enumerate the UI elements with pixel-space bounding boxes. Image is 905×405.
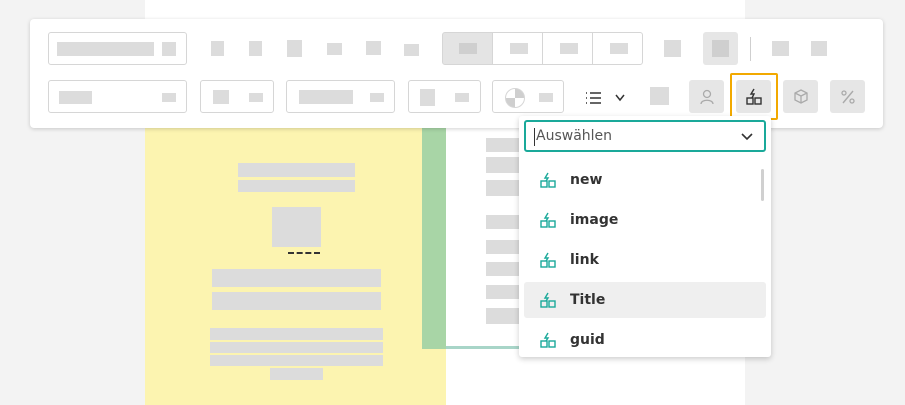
field-search-input[interactable]: Auswählen bbox=[524, 120, 766, 152]
toolbar-icon[interactable] bbox=[772, 41, 789, 56]
line-height-select[interactable] bbox=[286, 80, 395, 113]
shapes-icon bbox=[540, 172, 556, 188]
chevron-down-icon[interactable] bbox=[740, 132, 754, 142]
text-placeholder bbox=[210, 328, 383, 340]
size-select[interactable] bbox=[200, 80, 274, 113]
toolbar-icon[interactable] bbox=[664, 40, 681, 57]
toolbar-toggle-button[interactable] bbox=[703, 32, 738, 65]
align-center-button[interactable] bbox=[492, 32, 543, 65]
toolbar-icon[interactable] bbox=[327, 43, 342, 55]
text-placeholder bbox=[212, 292, 381, 310]
toolbar-icon[interactable] bbox=[404, 44, 419, 56]
dropdown-option[interactable]: guid bbox=[524, 322, 766, 358]
user-icon bbox=[699, 89, 714, 104]
option-label: new bbox=[570, 172, 603, 188]
shapes-icon bbox=[745, 88, 762, 105]
user-button[interactable] bbox=[689, 80, 724, 113]
font-family-select[interactable] bbox=[48, 32, 187, 65]
chevron-down-icon bbox=[162, 42, 176, 56]
text-placeholder bbox=[212, 269, 381, 287]
shapes-button[interactable] bbox=[736, 80, 771, 113]
dropdown-option-hovered[interactable]: Title bbox=[524, 282, 766, 318]
chevron-down-icon bbox=[162, 93, 176, 102]
toolbar-icon[interactable] bbox=[211, 41, 224, 56]
shapes-icon bbox=[540, 212, 556, 228]
shapes-icon bbox=[540, 252, 556, 268]
image-placeholder bbox=[272, 207, 321, 247]
text-placeholder bbox=[210, 355, 383, 366]
color-select[interactable] bbox=[492, 80, 564, 113]
text-placeholder bbox=[238, 180, 355, 192]
option-label: Title bbox=[570, 292, 606, 308]
dashed-line bbox=[288, 250, 320, 254]
color-swatch-icon bbox=[505, 88, 525, 108]
dropdown-option[interactable]: link bbox=[524, 242, 766, 278]
toolbar-icon[interactable] bbox=[287, 40, 302, 57]
green-side-bar bbox=[422, 100, 446, 349]
dropdown-scrollbar[interactable] bbox=[761, 169, 764, 201]
option-label: link bbox=[570, 252, 599, 268]
dropdown-option[interactable]: image bbox=[524, 202, 766, 238]
toolbar-icon[interactable] bbox=[249, 41, 262, 56]
option-label: guid bbox=[570, 332, 605, 348]
text-cursor bbox=[534, 128, 535, 146]
field-search-placeholder: Auswählen bbox=[536, 128, 613, 144]
3d-box-button[interactable] bbox=[783, 80, 818, 113]
list-menu-button[interactable] bbox=[583, 89, 627, 107]
percent-icon bbox=[840, 89, 855, 104]
toolbar-icon[interactable] bbox=[650, 87, 669, 105]
card-bottom-line bbox=[446, 346, 526, 349]
shapes-icon bbox=[540, 292, 556, 308]
list-icon bbox=[586, 92, 625, 104]
style-select[interactable] bbox=[48, 80, 187, 113]
spacing-select[interactable] bbox=[408, 80, 481, 113]
align-justify-button[interactable] bbox=[592, 32, 643, 65]
option-label: image bbox=[570, 212, 619, 228]
dropdown-option[interactable]: new bbox=[524, 162, 766, 198]
text-placeholder bbox=[270, 368, 323, 380]
cube-icon bbox=[793, 88, 808, 104]
align-left-button[interactable] bbox=[442, 32, 493, 65]
align-right-button[interactable] bbox=[542, 32, 593, 65]
text-placeholder bbox=[238, 163, 355, 177]
toolbar-icon[interactable] bbox=[366, 41, 381, 55]
text-placeholder bbox=[210, 342, 383, 353]
toolbar-divider bbox=[750, 37, 751, 61]
shapes-icon bbox=[540, 332, 556, 348]
toolbar-icon[interactable] bbox=[811, 41, 827, 56]
percent-button[interactable] bbox=[830, 80, 865, 113]
